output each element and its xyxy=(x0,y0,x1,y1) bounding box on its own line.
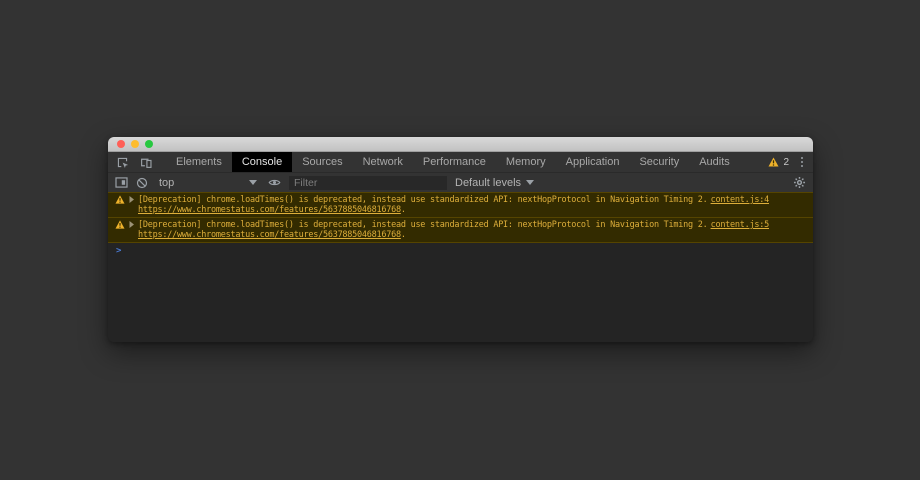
devtools-window: Elements Console Sources Network Perform… xyxy=(108,137,813,342)
more-options-button[interactable] xyxy=(795,152,813,172)
tab-network[interactable]: Network xyxy=(353,152,413,172)
message-source-link[interactable]: content.js:5 xyxy=(711,220,769,230)
minimize-button[interactable] xyxy=(131,140,139,148)
warning-triangle-icon xyxy=(768,157,779,167)
console-warning-message: [Deprecation] chrome.loadTimes() is depr… xyxy=(108,218,813,243)
levels-selector-value: Default levels xyxy=(455,177,521,189)
console-warning-message: [Deprecation] chrome.loadTimes() is depr… xyxy=(108,192,813,218)
context-selector-value: top xyxy=(159,177,249,189)
device-toolbar-button[interactable] xyxy=(136,152,156,172)
inspect-icon xyxy=(116,156,129,169)
console-sidebar-toggle[interactable] xyxy=(115,177,128,188)
live-expression-button[interactable] xyxy=(268,176,281,189)
message-link-suffix: . xyxy=(401,230,406,240)
console-messages-pane: [Deprecation] chrome.loadTimes() is depr… xyxy=(108,192,813,342)
ban-icon xyxy=(136,177,148,189)
console-sidebar-icon xyxy=(115,177,128,188)
devtools-tabbar: Elements Console Sources Network Perform… xyxy=(108,152,813,172)
message-link-suffix: . xyxy=(401,205,406,215)
chevron-down-icon xyxy=(526,180,534,185)
message-url-link[interactable]: https://www.chromestatus.com/features/56… xyxy=(138,205,401,215)
tab-elements[interactable]: Elements xyxy=(166,152,232,172)
filter-input[interactable] xyxy=(289,176,447,190)
tab-sources[interactable]: Sources xyxy=(292,152,352,172)
tab-audits[interactable]: Audits xyxy=(689,152,740,172)
chevron-down-icon xyxy=(249,180,257,185)
desktop: { "window": { "traffic_lights": ["close"… xyxy=(0,0,920,480)
message-text: [Deprecation] chrome.loadTimes() is depr… xyxy=(138,195,708,205)
levels-selector[interactable]: Default levels xyxy=(455,177,534,189)
close-button[interactable] xyxy=(117,140,125,148)
zoom-button[interactable] xyxy=(145,140,153,148)
window-titlebar xyxy=(108,137,813,152)
warning-triangle-icon xyxy=(115,220,125,229)
tab-performance[interactable]: Performance xyxy=(413,152,496,172)
inspect-element-button[interactable] xyxy=(112,152,132,172)
expand-caret-icon[interactable] xyxy=(129,196,134,203)
settings-button[interactable] xyxy=(793,176,806,189)
tab-memory[interactable]: Memory xyxy=(496,152,556,172)
clear-console-button[interactable] xyxy=(136,177,148,189)
kebab-menu-icon xyxy=(801,157,803,159)
message-url-link[interactable]: https://www.chromestatus.com/features/56… xyxy=(138,230,401,240)
console-toolbar: top Default levels xyxy=(108,172,813,192)
tab-console[interactable]: Console xyxy=(232,152,292,172)
warning-count-label: 2 xyxy=(783,157,789,168)
tab-security[interactable]: Security xyxy=(629,152,689,172)
warning-count-badge[interactable]: 2 xyxy=(762,152,795,172)
tabbar-spacer xyxy=(740,152,763,172)
gear-icon xyxy=(793,176,806,189)
tab-application[interactable]: Application xyxy=(556,152,630,172)
expand-caret-icon[interactable] xyxy=(129,221,134,228)
message-source-link[interactable]: content.js:4 xyxy=(711,195,769,205)
device-toolbar-icon xyxy=(140,156,153,169)
console-prompt[interactable]: > xyxy=(108,243,813,256)
context-selector[interactable]: top xyxy=(156,175,260,190)
warning-triangle-icon xyxy=(115,195,125,204)
message-text: [Deprecation] chrome.loadTimes() is depr… xyxy=(138,220,708,230)
prompt-chevron-icon: > xyxy=(116,247,121,256)
eye-icon xyxy=(268,176,281,189)
